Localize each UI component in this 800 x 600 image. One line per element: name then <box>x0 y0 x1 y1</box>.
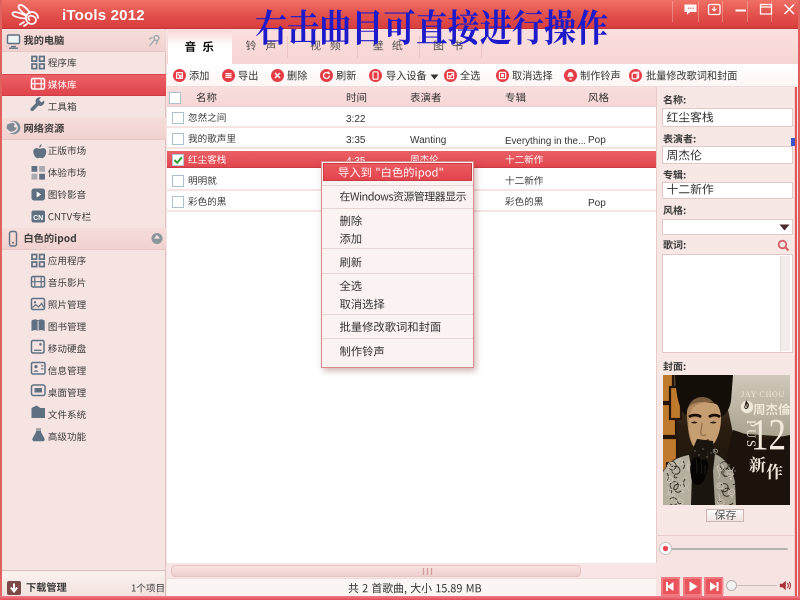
svg-text:CN: CN <box>33 215 43 222</box>
svg-text:12: 12 <box>751 410 786 459</box>
